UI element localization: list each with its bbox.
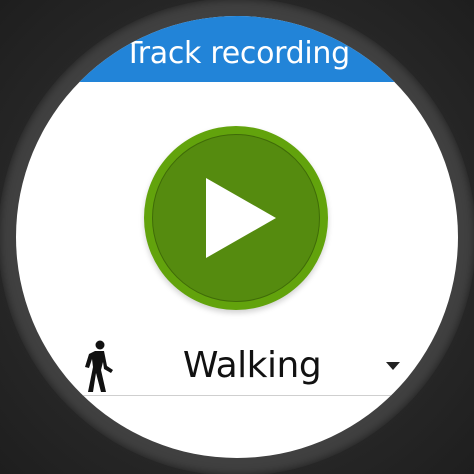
dropdown-triangle-icon xyxy=(386,361,400,370)
title-bar: Track recording xyxy=(16,16,458,82)
play-button-inner xyxy=(152,134,320,302)
play-icon xyxy=(206,178,276,258)
screen: Track recording Walking xyxy=(0,0,474,474)
activity-type-label: Walking xyxy=(182,345,322,386)
start-recording-button[interactable] xyxy=(144,126,328,310)
walking-person-icon xyxy=(85,340,113,392)
page-title: Track recording xyxy=(124,36,350,71)
activity-type-dropdown[interactable]: Walking xyxy=(72,336,410,396)
watch-face: Track recording Walking xyxy=(16,16,458,458)
